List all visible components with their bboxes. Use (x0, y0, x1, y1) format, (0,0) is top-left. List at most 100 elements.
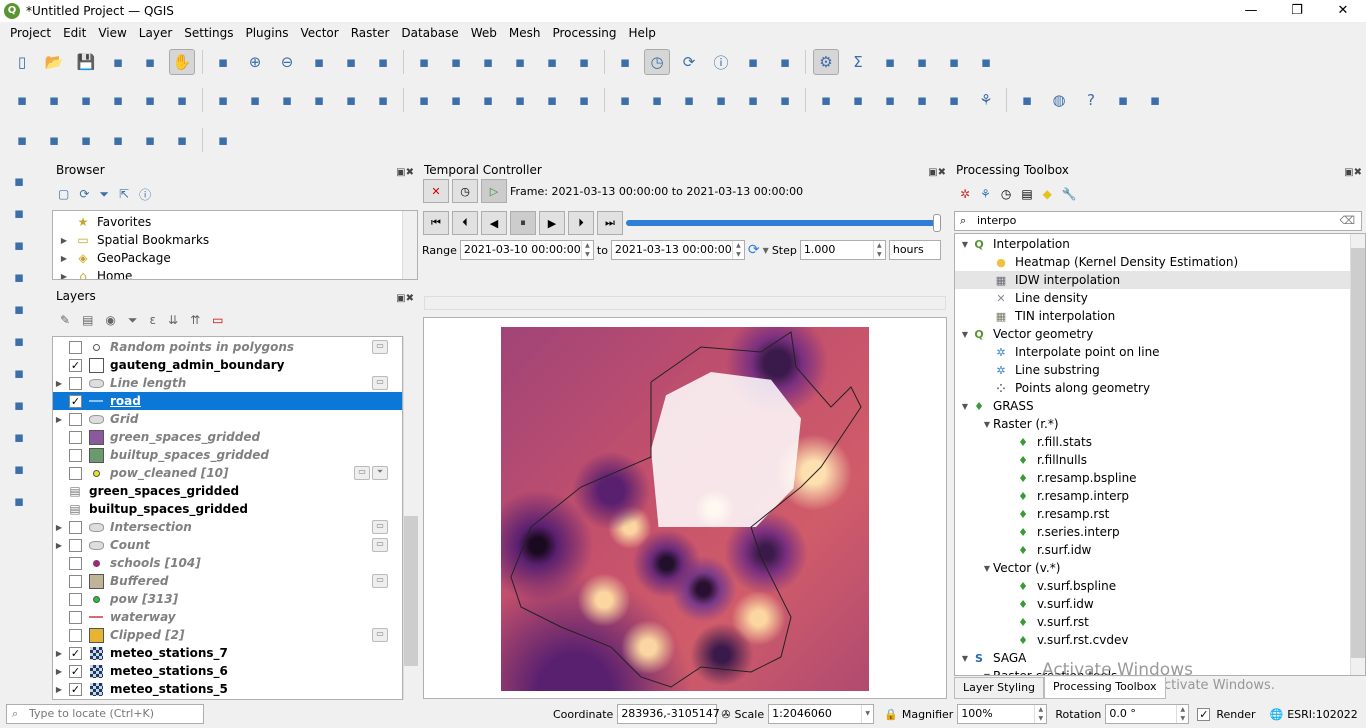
tab-layer-styling[interactable]: Layer Styling (954, 677, 1045, 699)
layers-scrollbar[interactable] (403, 336, 418, 700)
refresh-plugin-icon[interactable]: ▪ (1142, 87, 1168, 113)
metasearch-icon[interactable]: ▪ (909, 87, 935, 113)
gps-icon[interactable]: ▪ (137, 87, 163, 113)
refresh-icon[interactable]: ⟳ (676, 49, 702, 75)
rewind-button[interactable]: ⏮ (423, 211, 449, 235)
pause-button[interactable]: ⏸ (510, 211, 536, 235)
globe-icon[interactable]: ◍ (1046, 87, 1072, 113)
layer-visibility-checkbox[interactable] (69, 448, 82, 462)
play-button[interactable]: ▶ (539, 211, 565, 235)
layer-visibility-checkbox[interactable] (69, 430, 82, 444)
layer-visibility-checkbox[interactable] (69, 556, 82, 570)
expand-arrow-icon[interactable]: ▶ (53, 523, 65, 532)
algorithm-item[interactable]: ✲ Interpolate point on line (955, 343, 1365, 361)
label-rotate-icon[interactable]: ▪ (813, 87, 839, 113)
refresh-icon[interactable]: ⟳ (79, 187, 89, 201)
coordinate-input[interactable]: 283936,-3105147 (617, 704, 720, 724)
scale-select[interactable]: 1:2046060 ▼ (768, 704, 875, 724)
layer-visibility-checkbox[interactable] (69, 376, 82, 390)
menu-raster[interactable]: Raster (345, 26, 396, 40)
algorithm-item[interactable]: ⁘ Points along geometry (955, 379, 1365, 397)
layer-visibility-checkbox[interactable] (69, 592, 82, 606)
algorithm-item[interactable]: ♦ r.resamp.rst (955, 505, 1365, 523)
expand-arrow-icon[interactable]: ▶ (53, 541, 65, 550)
clear-search-icon[interactable]: ⌫ (1339, 212, 1355, 230)
zoom-layer-icon[interactable]: ▪ (370, 49, 396, 75)
browser-item[interactable]: ▶ ⌂ Home (53, 267, 417, 279)
digitize-icon[interactable]: ▪ (73, 87, 99, 113)
text-annotation-icon[interactable]: ▪ (973, 49, 999, 75)
processing-toolbox-icon[interactable]: ⚙ (813, 49, 839, 75)
profile-icon[interactable]: ▪ (9, 127, 35, 153)
add-raster-icon[interactable]: ▪ (6, 200, 32, 226)
paste-icon[interactable]: ▪ (507, 87, 533, 113)
new-project-icon[interactable]: ▯ (9, 49, 35, 75)
layer-row[interactable]: ▶ Line length ▭ (53, 374, 402, 392)
panel-float-close-icon[interactable]: ▣✖ (1344, 163, 1362, 183)
menu-settings[interactable]: Settings (178, 26, 239, 40)
previous-frame-button[interactable]: ⏴ (452, 211, 478, 235)
add-delimited-text-icon[interactable]: ▪ (6, 264, 32, 290)
menu-layer[interactable]: Layer (133, 26, 178, 40)
current-edits-icon[interactable]: ▪ (210, 87, 236, 113)
animated-button[interactable]: ▷ (481, 179, 507, 203)
layer-row[interactable]: ▶ ✓ meteo_stations_5 (53, 680, 402, 698)
algorithm-item[interactable]: ♦ r.fillnulls (955, 451, 1365, 469)
menu-edit[interactable]: Edit (57, 26, 92, 40)
layer-visibility-checkbox[interactable] (69, 628, 82, 642)
layer-visibility-checkbox[interactable] (69, 340, 82, 354)
layer-row[interactable]: ▶ Grid (53, 410, 402, 428)
expand-arrow-icon[interactable]: ▶ (53, 649, 65, 658)
add-icon[interactable]: ▢ (58, 187, 69, 201)
print-layout-icon[interactable]: ▪ (137, 49, 163, 75)
layer-visibility-checkbox[interactable] (69, 538, 82, 552)
layer-row[interactable]: ▶ Count ▭ (53, 536, 402, 554)
expand-arrow-icon[interactable]: ▶ (53, 254, 75, 263)
provider-group[interactable]: ▼ ♦ GRASS (955, 397, 1365, 415)
panel-float-close-icon[interactable]: ▣✖ (396, 289, 414, 309)
expression-filter-icon[interactable]: ε (150, 313, 157, 327)
help-icon[interactable]: ? (1078, 87, 1104, 113)
add-feature-icon[interactable]: ▪ (338, 87, 364, 113)
frame-slider[interactable] (626, 214, 941, 232)
play-backward-button[interactable]: ◀ (481, 211, 507, 235)
zoom-native-icon[interactable]: ▪ (411, 49, 437, 75)
maximize-button[interactable]: ❐ (1274, 0, 1320, 22)
layer-visibility-checkbox[interactable] (69, 520, 82, 534)
open-project-icon[interactable]: 📂 (41, 49, 67, 75)
layer-row[interactable]: ▤ green_spaces_gridded (53, 482, 402, 500)
diagram-icon[interactable]: ▪ (644, 87, 670, 113)
web-search-icon[interactable]: ▪ (941, 87, 967, 113)
add-spatialite-icon[interactable]: ▪ (6, 296, 32, 322)
expand-arrow-icon[interactable]: ▶ (53, 415, 65, 424)
edit-pen-icon[interactable]: ▪ (105, 87, 131, 113)
algorithm-item[interactable]: ♦ r.resamp.bspline (955, 469, 1365, 487)
select-features-icon[interactable]: ▪ (105, 127, 131, 153)
expand-arrow-icon[interactable]: ▼ (981, 672, 993, 676)
annotation-icon[interactable]: ▪ (941, 49, 967, 75)
map-tips-icon[interactable]: ▪ (909, 49, 935, 75)
zoom-out-icon[interactable]: ⊖ (274, 49, 300, 75)
georeferencer-icon[interactable]: ▪ (1110, 87, 1136, 113)
temporary-layer-icon[interactable]: ▭ (372, 538, 388, 552)
menu-project[interactable]: Project (4, 26, 57, 40)
layer-row[interactable]: ▶ Intersection ▭ (53, 518, 402, 536)
algorithm-item[interactable]: ▦ IDW interpolation (955, 271, 1365, 289)
field-calculator-icon[interactable]: ▪ (772, 49, 798, 75)
close-button[interactable]: ✕ (1320, 0, 1366, 22)
add-group-icon[interactable]: ▤ (82, 313, 93, 327)
deselect-icon[interactable]: ▪ (169, 127, 195, 153)
temporal-controller-icon[interactable]: ◷ (644, 49, 670, 75)
pan-to-selection-icon[interactable]: ▪ (210, 49, 236, 75)
layer-row[interactable]: Random points in polygons ▭ (53, 338, 402, 356)
expand-arrow-icon[interactable]: ▼ (959, 654, 971, 663)
data-source-manager-icon[interactable]: ▪ (9, 87, 35, 113)
layer-visibility-checkbox[interactable]: ✓ (69, 358, 82, 372)
attribute-table-icon[interactable]: ▪ (740, 49, 766, 75)
processing-search-input[interactable]: ⌕ interpo ⌫ (954, 211, 1362, 231)
panel-float-close-icon[interactable]: ▣✖ (928, 163, 946, 183)
expand-arrow-icon[interactable]: ▶ (53, 667, 65, 676)
menu-help[interactable]: Help (623, 26, 662, 40)
vertex-tool-icon[interactable]: ▪ (306, 87, 332, 113)
layer-visibility-checkbox[interactable]: ✓ (69, 664, 82, 678)
